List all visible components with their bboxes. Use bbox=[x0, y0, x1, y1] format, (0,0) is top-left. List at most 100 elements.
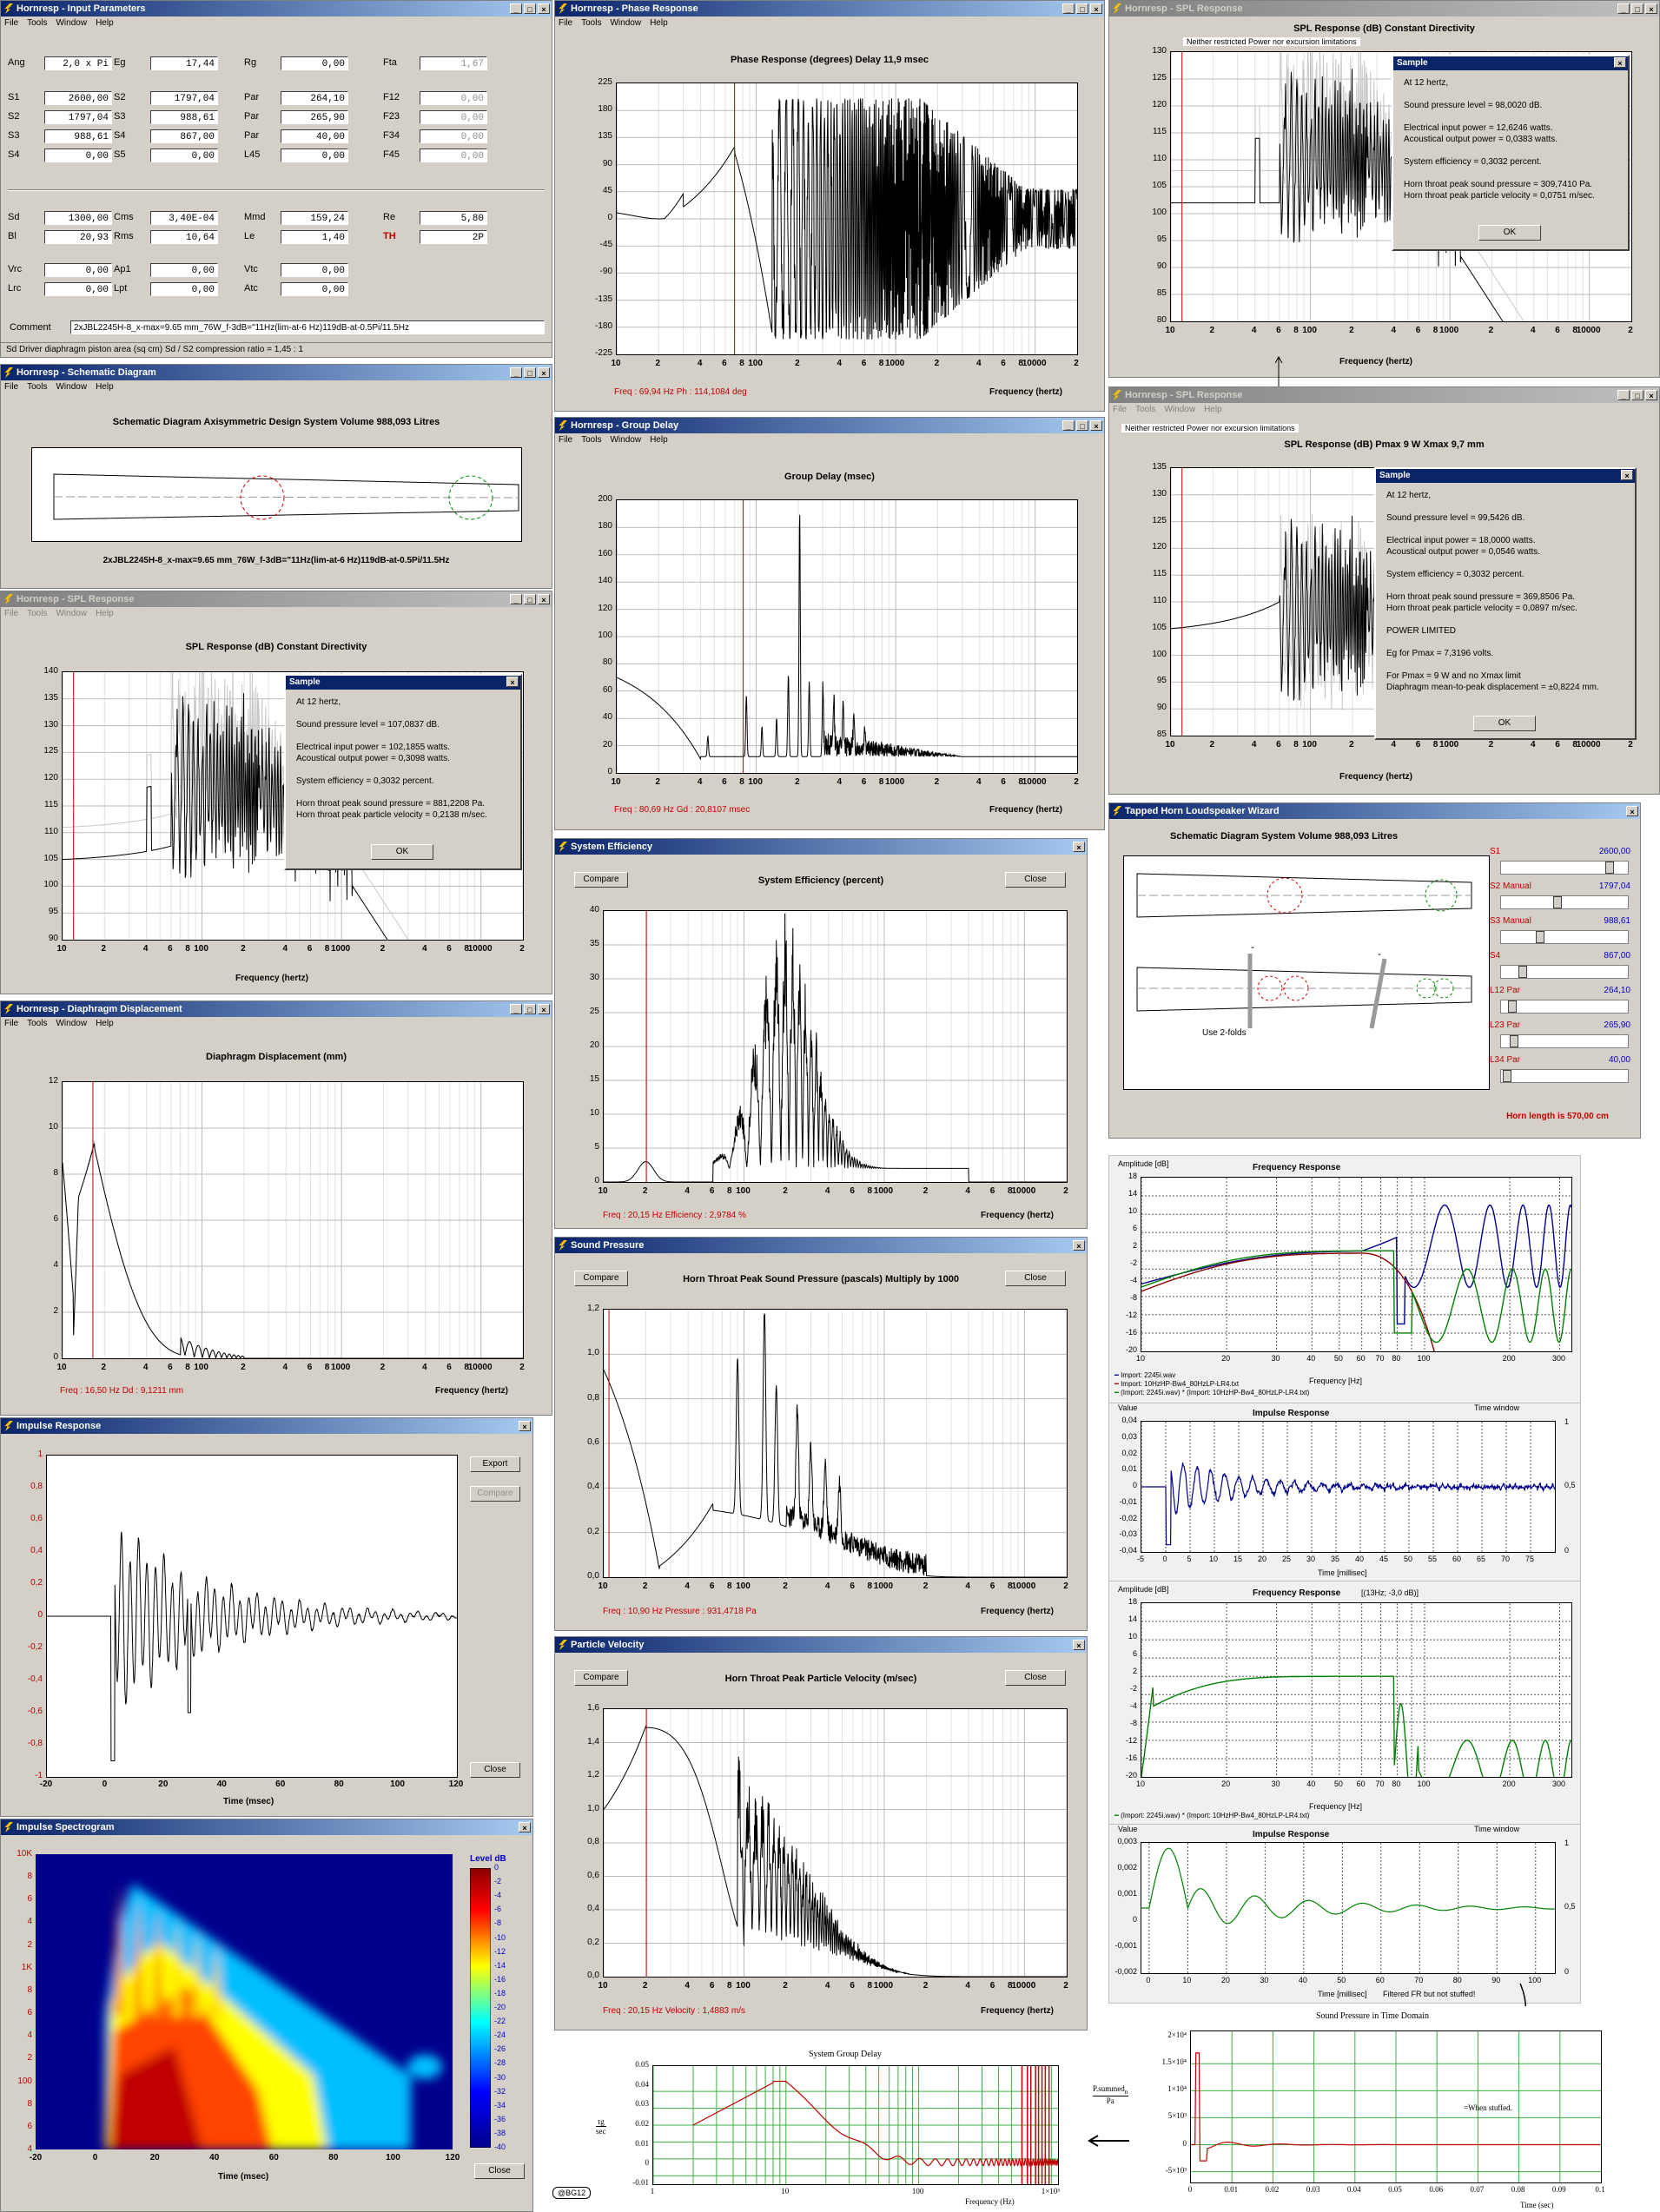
close-button[interactable]: × bbox=[519, 1822, 531, 1832]
slider-track[interactable] bbox=[1500, 930, 1629, 944]
slider-thumb[interactable] bbox=[1553, 896, 1562, 908]
param-field[interactable]: 17,44 bbox=[150, 56, 218, 70]
minimize-button[interactable]: _ bbox=[1062, 420, 1075, 431]
param-field[interactable]: 0,00 bbox=[281, 263, 348, 277]
menu-window[interactable]: Window bbox=[56, 382, 87, 392]
param-field[interactable]: 0,00 bbox=[44, 263, 112, 277]
close-dialog-button[interactable]: Close bbox=[470, 1762, 520, 1778]
minimize-button[interactable]: _ bbox=[510, 3, 522, 14]
close-dialog-button[interactable]: Close bbox=[1005, 1271, 1066, 1286]
menu-tools[interactable]: Tools bbox=[1135, 405, 1155, 414]
param-field[interactable]: 0,00 bbox=[44, 282, 112, 296]
param-field[interactable]: 0,00 bbox=[281, 282, 348, 296]
maximize-button[interactable]: □ bbox=[1631, 390, 1643, 400]
param-field[interactable]: 0,00 bbox=[44, 149, 112, 162]
close-button[interactable]: × bbox=[1645, 3, 1657, 14]
maximize-button[interactable]: □ bbox=[524, 594, 536, 604]
menu-tools[interactable]: Tools bbox=[581, 435, 601, 445]
minimize-button[interactable]: _ bbox=[510, 594, 522, 604]
param-field[interactable]: 2600,00 bbox=[44, 91, 112, 105]
param-field[interactable]: 2P bbox=[420, 230, 487, 244]
export-button[interactable]: Export bbox=[470, 1456, 520, 1472]
slider-track[interactable] bbox=[1500, 861, 1629, 875]
menu-help[interactable]: Help bbox=[96, 609, 114, 618]
menu-file[interactable]: File bbox=[559, 435, 572, 445]
param-field[interactable]: 0,00 bbox=[281, 149, 348, 162]
param-field[interactable]: 988,61 bbox=[150, 110, 218, 124]
dialog-close-button[interactable]: × bbox=[1621, 470, 1633, 480]
slider-track[interactable] bbox=[1500, 895, 1629, 909]
close-button[interactable]: × bbox=[1090, 3, 1102, 14]
menu-help[interactable]: Help bbox=[650, 18, 668, 28]
param-field[interactable]: 159,24 bbox=[281, 211, 348, 225]
menu-file[interactable]: File bbox=[559, 18, 572, 28]
param-field[interactable]: 0,00 bbox=[281, 56, 348, 70]
param-field[interactable]: 988,61 bbox=[44, 129, 112, 143]
close-button[interactable]: × bbox=[519, 1421, 531, 1431]
close-button[interactable]: × bbox=[1073, 842, 1085, 852]
param-field[interactable]: 1300,00 bbox=[44, 211, 112, 225]
param-field[interactable]: 1797,04 bbox=[150, 91, 218, 105]
close-button[interactable]: × bbox=[1645, 390, 1657, 400]
close-button[interactable]: × bbox=[538, 367, 550, 378]
maximize-button[interactable]: □ bbox=[524, 1004, 536, 1014]
param-field[interactable]: 0,00 bbox=[420, 129, 487, 143]
menu-tools[interactable]: Tools bbox=[581, 18, 601, 28]
menu-help[interactable]: Help bbox=[1204, 405, 1222, 414]
close-button[interactable]: × bbox=[538, 1004, 550, 1014]
param-field[interactable]: 1797,04 bbox=[44, 110, 112, 124]
close-button[interactable]: × bbox=[1626, 806, 1638, 816]
menu-window[interactable]: Window bbox=[56, 18, 87, 28]
maximize-button[interactable]: □ bbox=[1631, 3, 1643, 14]
menu-window[interactable]: Window bbox=[610, 18, 641, 28]
param-field[interactable]: 0,00 bbox=[150, 149, 218, 162]
menu-tools[interactable]: Tools bbox=[27, 1019, 47, 1028]
param-field[interactable]: 0,00 bbox=[150, 263, 218, 277]
menu-file[interactable]: File bbox=[4, 18, 18, 28]
ok-button[interactable]: OK bbox=[1478, 225, 1541, 241]
close-button[interactable]: × bbox=[538, 3, 550, 14]
comment-field[interactable]: 2xJBL2245H-8_x-max=9.65 mm_76W_f-3dB="11… bbox=[70, 320, 545, 334]
slider-track[interactable] bbox=[1500, 965, 1629, 979]
close-dialog-button[interactable]: Close bbox=[1005, 872, 1066, 888]
maximize-button[interactable]: □ bbox=[1076, 420, 1088, 431]
menu-tools[interactable]: Tools bbox=[27, 609, 47, 618]
minimize-button[interactable]: _ bbox=[1062, 3, 1075, 14]
param-field[interactable]: 1,67 bbox=[420, 56, 487, 70]
param-field[interactable]: 2,0 x Pi bbox=[44, 56, 112, 70]
param-field[interactable]: 10,64 bbox=[150, 230, 218, 244]
maximize-button[interactable]: □ bbox=[1076, 3, 1088, 14]
slider-thumb[interactable] bbox=[1503, 1070, 1511, 1082]
menu-window[interactable]: Window bbox=[1164, 405, 1195, 414]
param-field[interactable]: 0,00 bbox=[420, 149, 487, 162]
menu-help[interactable]: Help bbox=[96, 1019, 114, 1028]
param-field[interactable]: 0,00 bbox=[420, 110, 487, 124]
slider-track[interactable] bbox=[1500, 1034, 1629, 1048]
slider-thumb[interactable] bbox=[1510, 1035, 1518, 1047]
param-field[interactable]: 0,00 bbox=[150, 282, 218, 296]
param-field[interactable]: 5,80 bbox=[420, 211, 487, 225]
param-field[interactable]: 264,10 bbox=[281, 91, 348, 105]
ok-button[interactable]: OK bbox=[371, 844, 433, 860]
close-dialog-button[interactable]: Close bbox=[474, 2163, 525, 2179]
menu-window[interactable]: Window bbox=[610, 435, 641, 445]
maximize-button[interactable]: □ bbox=[524, 3, 536, 14]
minimize-button[interactable]: _ bbox=[1617, 390, 1630, 400]
menu-tools[interactable]: Tools bbox=[27, 18, 47, 28]
menu-file[interactable]: File bbox=[4, 609, 18, 618]
compare-button[interactable]: Compare bbox=[470, 1486, 520, 1502]
menu-file[interactable]: File bbox=[1113, 405, 1127, 414]
minimize-button[interactable]: _ bbox=[1617, 3, 1630, 14]
param-field[interactable]: 3,40E-04 bbox=[150, 211, 218, 225]
slider-thumb[interactable] bbox=[1518, 966, 1527, 978]
param-field[interactable]: 265,90 bbox=[281, 110, 348, 124]
param-field[interactable]: 1,40 bbox=[281, 230, 348, 244]
slider-thumb[interactable] bbox=[1605, 862, 1614, 874]
slider-track[interactable] bbox=[1500, 1069, 1629, 1083]
param-field[interactable]: 40,00 bbox=[281, 129, 348, 143]
minimize-button[interactable]: _ bbox=[510, 1004, 522, 1014]
menu-help[interactable]: Help bbox=[96, 382, 114, 392]
dialog-close-button[interactable]: × bbox=[1614, 57, 1626, 68]
menu-tools[interactable]: Tools bbox=[27, 382, 47, 392]
close-button[interactable]: × bbox=[1073, 1640, 1085, 1650]
